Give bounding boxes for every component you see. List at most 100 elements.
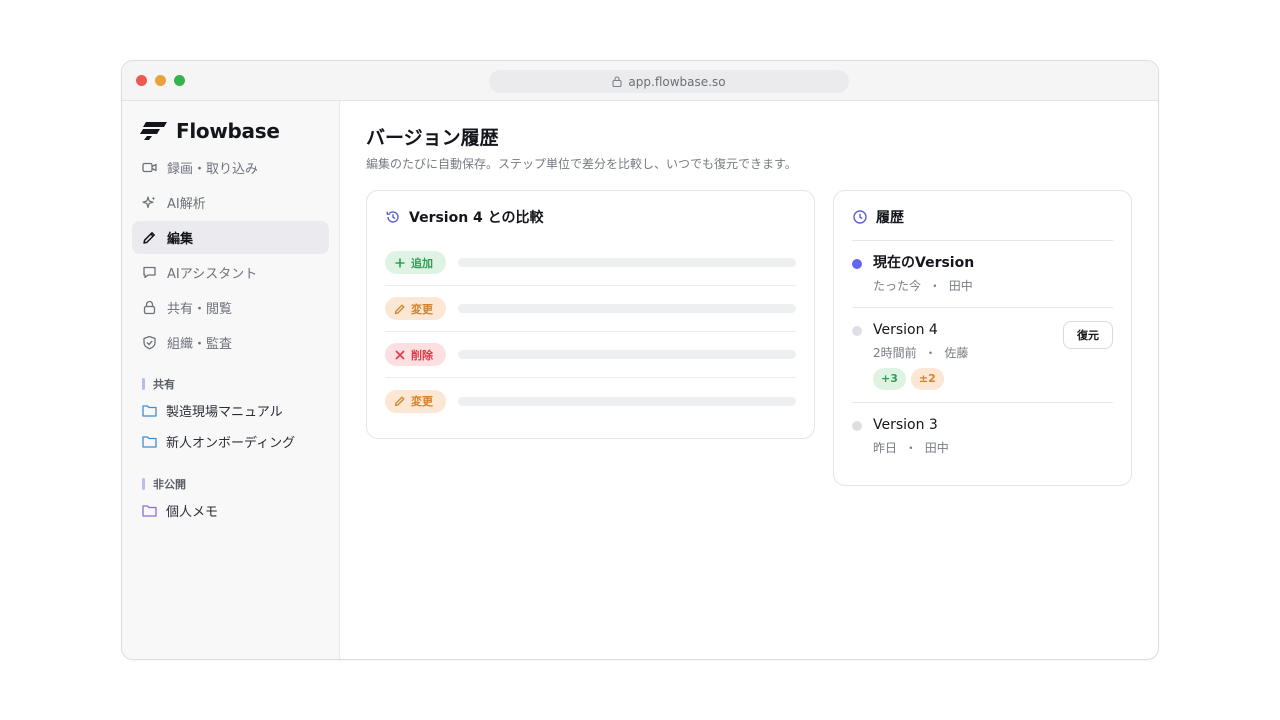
- changed-badge: 変更: [385, 297, 446, 320]
- version-time: 昨日: [873, 441, 898, 455]
- diff-row[interactable]: 変更: [385, 378, 796, 424]
- folder-manufacturing-manual[interactable]: 製造現場マニュアル: [132, 395, 329, 426]
- pencil-icon: [394, 396, 405, 407]
- folder-personal-notes[interactable]: 個人メモ: [132, 495, 329, 526]
- main-content: バージョン履歴 編集のたびに自動保存。ステップ単位で差分を比較し、いつでも復元で…: [340, 101, 1158, 659]
- sidebar-item-label: AIアシスタント: [167, 267, 258, 282]
- section-marker: [142, 378, 145, 390]
- sidebar-item-sharing[interactable]: 共有・閲覧: [132, 291, 329, 324]
- folder-onboarding[interactable]: 新人オンボーディング: [132, 426, 329, 457]
- badge-label: 変更: [411, 302, 433, 316]
- folder-icon: [142, 436, 157, 448]
- history-list: 現在のVersion たった今 ・ 田中 Version 4 2時間前 ・ 佐藤…: [852, 240, 1113, 469]
- sidebar-item-label: AI解析: [167, 197, 206, 212]
- logo-text: Flowbase: [176, 119, 280, 143]
- browser-window: app.flowbase.so Flowbase 録画・取り込み AI解析 編集…: [121, 60, 1159, 660]
- section-private-label: 非公開: [132, 473, 329, 495]
- meta-separator: ・: [928, 279, 941, 293]
- chat-icon: [143, 266, 156, 279]
- sidebar-item-edit[interactable]: 編集: [132, 221, 329, 254]
- sidebar-item-label: 録画・取り込み: [167, 162, 259, 177]
- lock-icon: [143, 300, 156, 315]
- diff-row[interactable]: 追加: [385, 240, 796, 286]
- sidebar: Flowbase 録画・取り込み AI解析 編集 AIアシスタント 共有・閲覧 …: [122, 101, 340, 659]
- diff-placeholder-line: [458, 304, 796, 313]
- history-header: 履歴: [852, 208, 1113, 226]
- meta-separator: ・: [924, 346, 937, 360]
- badge-label: 追加: [411, 256, 433, 270]
- added-badge: 追加: [385, 251, 446, 274]
- section-shared-label: 共有: [132, 373, 329, 395]
- diff-row[interactable]: 削除: [385, 332, 796, 378]
- pencil-icon: [143, 232, 155, 244]
- version-author: 田中: [948, 279, 973, 293]
- change-tags: +3 ±2: [873, 368, 1113, 390]
- sidebar-item-org-audit[interactable]: 組織・監査: [132, 326, 329, 359]
- diff-list: 追加 変更 削除 変更: [385, 240, 796, 424]
- added-count-badge: +3: [873, 368, 906, 390]
- sidebar-nav: 録画・取り込み AI解析 編集 AIアシスタント 共有・閲覧 組織・監査: [132, 151, 329, 359]
- folder-icon: [142, 505, 157, 517]
- clock-icon: [853, 210, 867, 224]
- history-item-version-3[interactable]: Version 3 昨日 ・ 田中: [852, 403, 1113, 469]
- sparkle-icon: [142, 196, 156, 208]
- section-label-text: 非公開: [153, 478, 186, 491]
- logo[interactable]: Flowbase: [132, 119, 329, 143]
- folder-label: 個人メモ: [166, 505, 219, 520]
- sidebar-item-ai-analysis[interactable]: AI解析: [132, 186, 329, 219]
- history-item-version-4[interactable]: Version 4 2時間前 ・ 佐藤 +3 ±2 復元: [852, 308, 1113, 403]
- badge-label: 削除: [411, 348, 433, 362]
- sidebar-item-ai-assistant[interactable]: AIアシスタント: [132, 256, 329, 289]
- title-bar: app.flowbase.so: [122, 61, 1158, 101]
- modified-count-badge: ±2: [910, 368, 944, 390]
- sidebar-item-label: 共有・閲覧: [167, 302, 233, 317]
- version-name: 現在のVersion: [873, 255, 975, 271]
- zoom-window-button[interactable]: [174, 75, 185, 86]
- history-icon: [386, 211, 399, 223]
- sidebar-item-label: 編集: [167, 232, 194, 247]
- diff-row[interactable]: 変更: [385, 286, 796, 332]
- compare-card: Version 4 との比較 追加 変更 削除 変更: [366, 190, 815, 439]
- version-meta: 昨日 ・ 田中: [873, 439, 1113, 457]
- sidebar-item-label: 組織・監査: [167, 337, 233, 352]
- sidebar-item-recording[interactable]: 録画・取り込み: [132, 151, 329, 184]
- deleted-badge: 削除: [385, 343, 446, 366]
- current-version-dot: [852, 259, 862, 269]
- flowbase-logo-icon: [140, 122, 167, 140]
- diff-placeholder-line: [458, 258, 796, 267]
- section-label-text: 共有: [153, 378, 175, 391]
- compare-header: Version 4 との比較: [385, 208, 796, 226]
- folder-label: 製造現場マニュアル: [166, 405, 283, 420]
- compare-title: Version 4 との比較: [409, 210, 544, 226]
- diff-placeholder-line: [458, 350, 796, 359]
- diff-placeholder-line: [458, 396, 796, 406]
- badge-label: 変更: [411, 395, 433, 408]
- history-card: 履歴 現在のVersion たった今 ・ 田中 Version 4 2時間前 ・…: [833, 190, 1132, 486]
- close-window-button[interactable]: [136, 75, 147, 86]
- version-author: 田中: [924, 441, 949, 455]
- folder-label: 新人オンボーディング: [166, 436, 296, 451]
- changed-badge: 変更: [385, 389, 446, 413]
- version-dot: [852, 326, 862, 336]
- history-title: 履歴: [876, 210, 904, 226]
- lock-icon: [612, 76, 622, 87]
- version-dot: [852, 421, 862, 431]
- version-name: Version 3: [873, 417, 938, 433]
- url-text: app.flowbase.so: [628, 74, 726, 89]
- version-meta: たった今 ・ 田中: [873, 277, 1113, 295]
- folder-icon: [142, 405, 157, 417]
- pencil-icon: [394, 304, 405, 314]
- meta-separator: ・: [904, 441, 917, 455]
- section-marker: [142, 478, 145, 490]
- video-icon: [142, 162, 157, 173]
- history-item-current[interactable]: 現在のVersion たった今 ・ 田中: [852, 241, 1113, 308]
- restore-button[interactable]: 復元: [1063, 321, 1113, 349]
- x-icon: [395, 349, 405, 360]
- shield-icon: [143, 335, 156, 350]
- plus-icon: [395, 258, 405, 267]
- version-time: たった今: [873, 279, 922, 293]
- minimize-window-button[interactable]: [155, 75, 166, 86]
- version-time: 2時間前: [873, 346, 917, 360]
- address-bar[interactable]: app.flowbase.so: [489, 70, 849, 93]
- version-author: 佐藤: [944, 346, 969, 360]
